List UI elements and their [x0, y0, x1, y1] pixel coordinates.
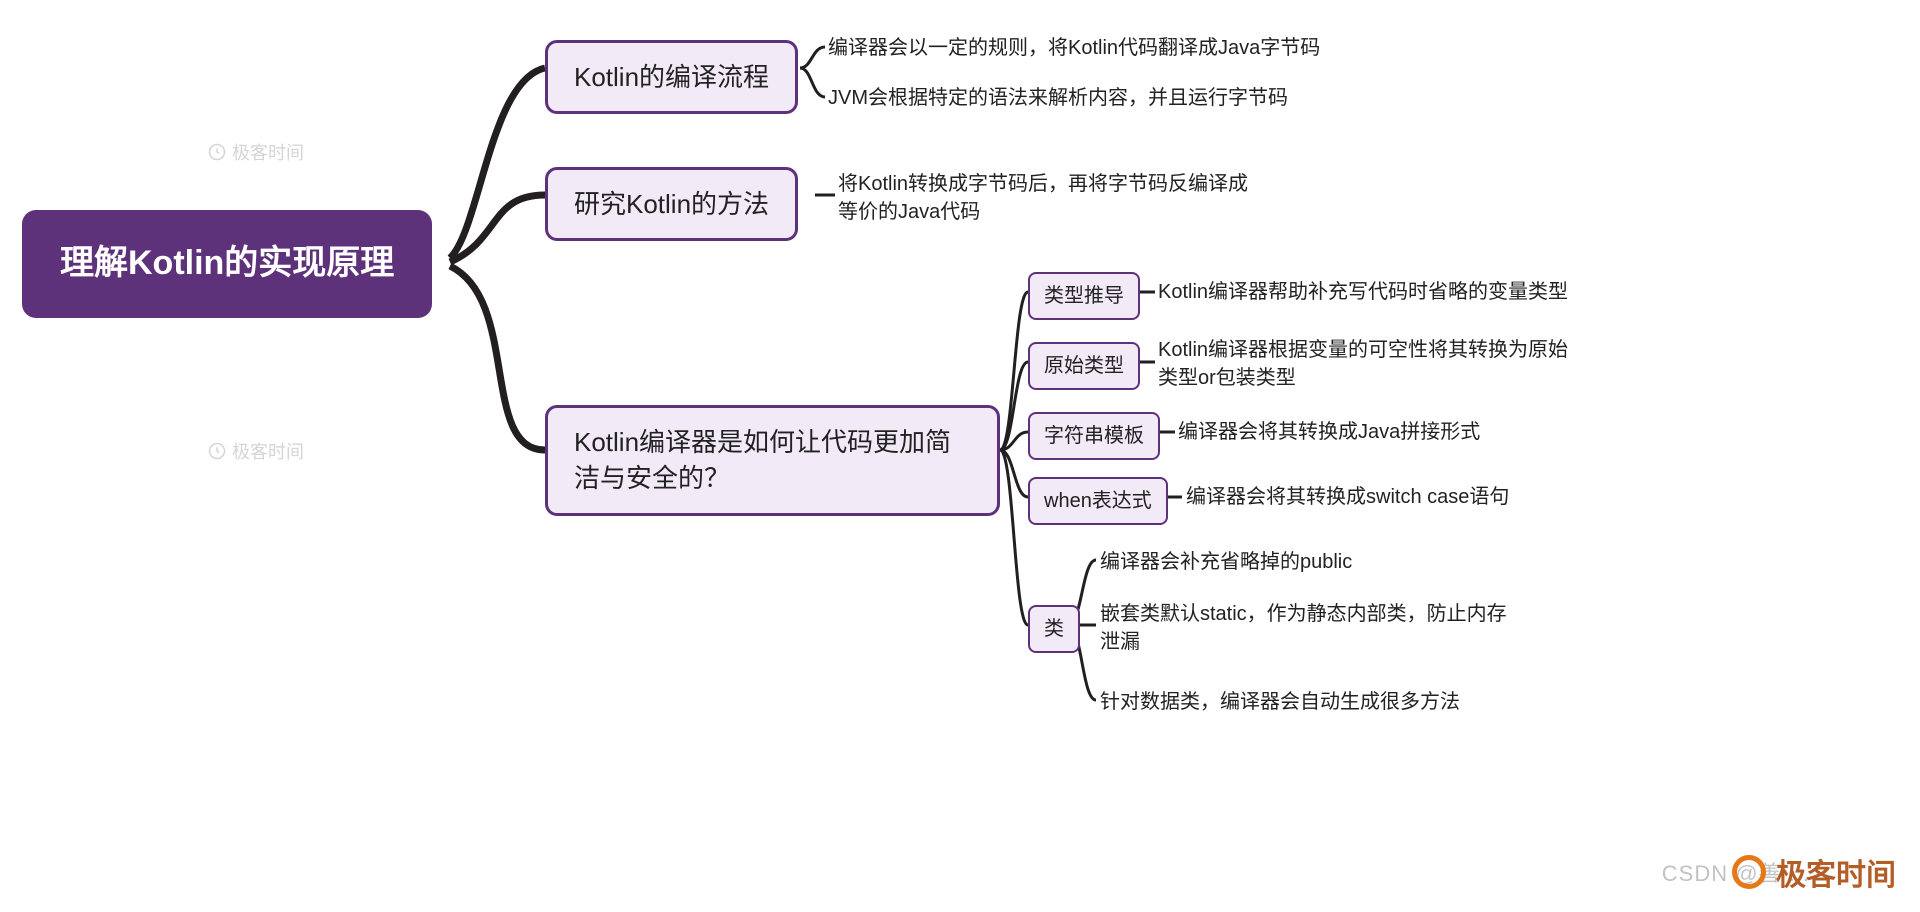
leaf: JVM会根据特定的语法来解析内容，并且运行字节码	[828, 84, 1288, 112]
root-label: 理解Kotlin的实现原理	[60, 240, 394, 288]
branch-research-method[interactable]: 研究Kotlin的方法	[545, 167, 798, 241]
sub-when-expression[interactable]: when表达式	[1028, 477, 1168, 525]
root-node[interactable]: 理解Kotlin的实现原理	[22, 210, 432, 318]
watermark: 极客时间	[208, 438, 304, 464]
branch-label: Kotlin的编译流程	[574, 59, 769, 95]
watermark: 极客时间	[208, 139, 304, 165]
branch-compile-flow[interactable]: Kotlin的编译流程	[545, 40, 798, 114]
sub-type-inference[interactable]: 类型推导	[1028, 272, 1140, 320]
leaf: 编译器会将其转换成switch case语句	[1186, 483, 1509, 511]
leaf: 针对数据类，编译器会自动生成很多方法	[1100, 688, 1460, 716]
brand-ring-icon	[1732, 855, 1766, 889]
leaf: 将Kotlin转换成字节码后，再将字节码反编译成 等价的Java代码	[838, 170, 1248, 226]
leaf: 编译器会将其转换成Java拼接形式	[1178, 418, 1480, 446]
clock-icon	[208, 442, 226, 460]
sub-primitive-type[interactable]: 原始类型	[1028, 342, 1140, 390]
leaf: Kotlin编译器帮助补充写代码时省略的变量类型	[1158, 278, 1568, 306]
branch-label: 研究Kotlin的方法	[574, 186, 769, 222]
sub-string-template[interactable]: 字符串模板	[1028, 412, 1160, 460]
leaf: 编译器会以一定的规则，将Kotlin代码翻译成Java字节码	[828, 34, 1320, 62]
clock-icon	[208, 143, 226, 161]
brand-text: 极客时间	[1776, 850, 1896, 894]
sub-class[interactable]: 类	[1028, 605, 1080, 653]
branch-compiler-how[interactable]: Kotlin编译器是如何让代码更加简 洁与安全的？	[545, 405, 1000, 516]
branch-label: Kotlin编译器是如何让代码更加简 洁与安全的？	[574, 424, 951, 497]
leaf: 编译器会补充省略掉的public	[1100, 548, 1352, 576]
brand-logo: 极客时间	[1732, 850, 1896, 894]
leaf: Kotlin编译器根据变量的可空性将其转换为原始 类型or包装类型	[1158, 336, 1568, 392]
leaf: 嵌套类默认static，作为静态内部类，防止内存 泄漏	[1100, 600, 1507, 656]
